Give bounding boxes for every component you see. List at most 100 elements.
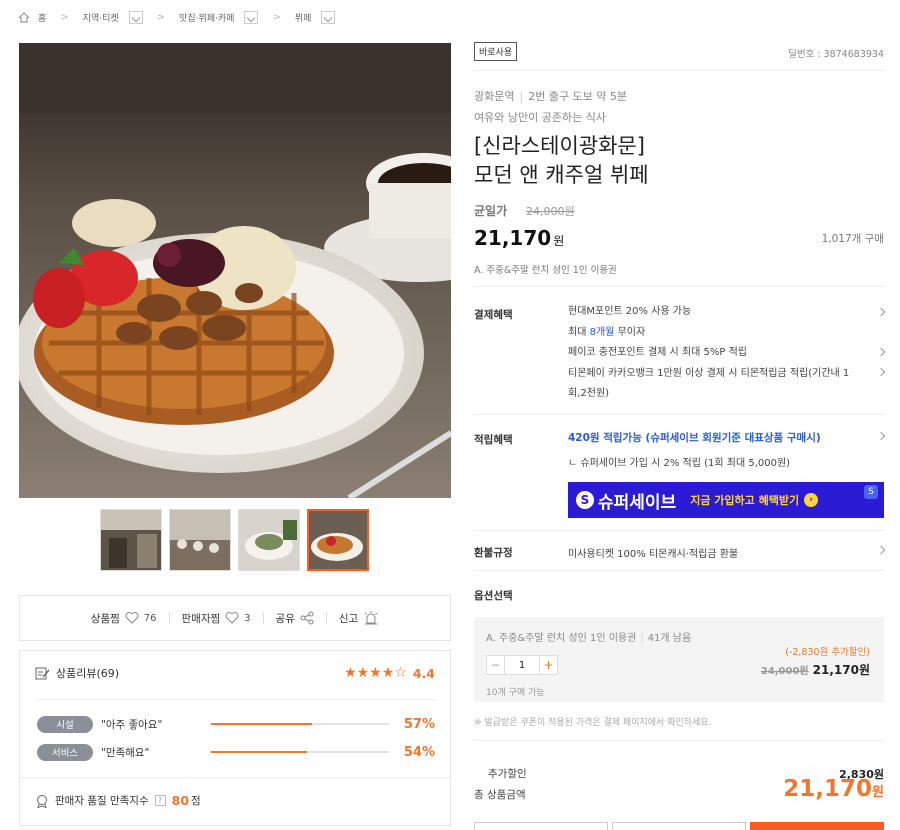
chevron-right-icon[interactable] [876,347,886,357]
breadcrumb-item-restaurant[interactable]: 맛집·뷔페·카페 [179,11,234,24]
gift-button[interactable] [474,822,608,830]
rating-score: 4.4 [412,665,435,681]
location-station: 광화문역 [474,90,515,103]
share-button[interactable]: 공유 [264,611,326,626]
reward-line[interactable]: 420원 적립가능 (슈퍼세이브 회원기준 대표상품 구매시) [568,430,821,445]
chevron-down-icon[interactable] [244,10,259,24]
quantity-stepper: − 1 + [486,655,558,675]
chevron-down-icon[interactable] [128,10,143,24]
total-price-unit: 원 [872,785,884,800]
report-button[interactable]: 신고 [327,611,391,626]
like-product-label: 상품찜 [90,612,120,625]
instant-use-badge: 바로사용 [474,42,518,61]
chevron-down-icon[interactable] [321,10,336,24]
help-icon[interactable]: ? [154,795,166,806]
chevron-right-icon[interactable] [876,307,886,317]
supersave-banner[interactable]: S 슈퍼세이브 지금 가입하고 혜택받기 › S [568,482,884,518]
quantity-decrease-button[interactable]: − [486,655,505,675]
medal-icon [37,794,47,808]
divider [474,70,884,71]
original-price: 24,000원 [526,205,575,218]
supersave-mini-icon: S [864,485,878,499]
breadcrumb-item-region[interactable]: 지역·티켓 [83,11,119,24]
total-price: 21,170원 [783,776,884,802]
review-stat-row: 서비스 "만족해요" 54% [37,743,435,761]
chevron-right-icon[interactable] [876,545,886,555]
divider [35,699,435,700]
review-header[interactable]: 상품리뷰(69) ★★★★☆ 4.4 [35,665,435,681]
installment-prefix: 최대 [568,326,590,338]
like-seller-button[interactable]: 판매자찜 3 [170,611,263,626]
selected-option: A. 주중&주말 런치 성인 1인 이용권 | 41개 남음 (-2,830원 추가… [474,617,884,702]
chevron-right-icon[interactable] [876,367,886,377]
seller-quality-score: 80 [171,793,190,808]
like-seller-count: 3 [244,612,251,624]
share-icon [300,611,314,625]
additional-discount-label: 추가할인 [488,768,527,780]
fixed-price-label: 균일가 [474,204,508,218]
separator: | [640,633,644,644]
review-stat-bar-fill [211,723,313,725]
heart-icon [125,612,139,624]
review-stat-bar [211,723,389,725]
review-stat-text: "아주 좋아요" [101,718,163,731]
breadcrumb-separator: > [272,11,281,23]
divider [474,414,884,415]
quantity-increase-button[interactable]: + [539,655,558,675]
separator: | [519,90,524,103]
purchase-limit: 10개 구매 가능 [486,688,545,698]
sale-price-unit: 원 [553,234,565,248]
product-main-image [19,43,451,498]
installment-suffix: 무이자 [614,326,646,338]
divider [474,530,884,531]
thumbnail-waffle[interactable] [307,509,369,571]
review-summary: 상품리뷰(69) ★★★★☆ 4.4 시설 "아주 좋아요" 57% 서비스 "… [19,650,451,826]
arrow-right-icon: › [804,493,819,507]
review-stat-text: "만족해요" [101,746,150,759]
thumbnail-soup-dish[interactable] [238,509,300,571]
review-stat-percent: 54% [403,744,435,760]
review-title: 상품리뷰(69) [56,667,120,680]
supersave-cta-text: 지금 가입하고 혜택받기 [690,494,800,507]
option-title: A. 주중&주말 런치 성인 1인 이용권 [486,633,637,644]
product-title: [신라스테이광화문] 모던 앤 캐주얼 뷔페 [474,132,649,190]
quantity-input[interactable]: 1 [505,655,539,675]
ticket-description: A. 주중&주말 런치 성인 1인 이용권 [474,265,617,276]
divider [474,570,884,571]
divider [20,777,450,778]
cart-button[interactable] [612,822,746,830]
review-stat-bar-fill [211,751,308,753]
seller-quality-suffix: 점 [191,795,201,807]
buy-button[interactable] [750,822,884,830]
breadcrumb-item-buffet[interactable]: 뷔페 [295,11,312,24]
product-title-line1: [신라스테이광화문] [474,134,645,158]
rating-stars: ★★★★☆ [344,665,407,681]
action-buttons [474,822,884,830]
divider [474,286,884,287]
option-select-label: 옵션선택 [474,590,513,602]
thumbnail-restaurant-interior[interactable] [100,509,162,571]
option-name: A. 주중&주말 런치 성인 1인 이용권 | 41개 남음 [486,629,691,644]
seller-quality: 판매자 품질 만족지수 ? 상품 80 점 [35,793,435,808]
chevron-right-icon[interactable] [876,431,886,441]
option-remaining: 41개 남음 [647,633,692,644]
home-icon[interactable] [18,11,30,23]
reward-sub-line: ㄴ 슈퍼세이브 가입 시 2% 적립 (1회 최대 5,000원) [568,458,791,469]
benefit-line: 현대M포인트 20% 사용 가능 [568,306,692,317]
benefit-line: 티몬페이 카카오뱅크 1만원 이상 결제 시 티몬적립금 적립(기간내 1 [568,367,850,379]
option-price: 24,000원 21,170원 [761,661,870,678]
benefit-line: 회,2천원) [568,388,610,399]
payment-benefit-label: 결제혜택 [474,309,513,321]
product-tagline: 여유와 낭만이 공존하는 식사 [474,111,606,124]
breadcrumb-separator: > [60,11,69,23]
breadcrumb: 홈 > 지역·티켓 > 맛집·뷔페·카페 > 뷔페 [18,8,336,26]
like-product-button[interactable]: 상품찜 76 [79,611,169,626]
review-stat-percent: 57% [403,716,435,732]
breadcrumb-home[interactable]: 홈 [38,11,46,24]
share-label: 공유 [275,612,295,625]
like-product-count: 76 [143,612,157,624]
review-stat-tag: 서비스 [37,743,93,761]
thumbnail-buffet-counter[interactable] [169,509,231,571]
benefit-line: 페이코 충전포인트 결제 시 최대 5%P 적립 [568,347,747,358]
location-detail: 2번 출구 도보 약 5분 [528,90,628,103]
